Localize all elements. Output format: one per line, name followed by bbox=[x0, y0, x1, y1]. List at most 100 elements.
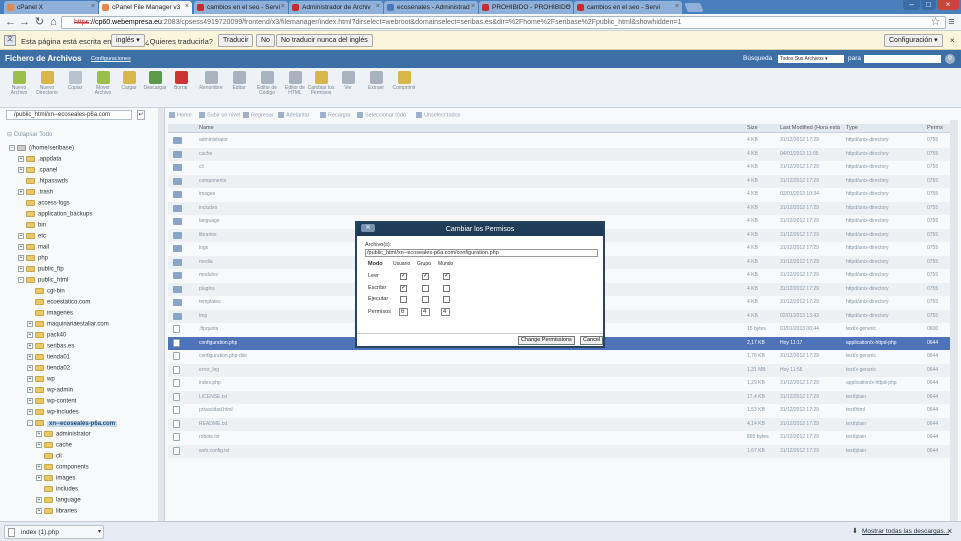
action-up-level[interactable]: Subir un nivel bbox=[199, 112, 240, 118]
tree-item[interactable]: - xn--ecoseales-p6a.com bbox=[27, 420, 118, 427]
tree-item[interactable]: + .appdata bbox=[18, 156, 61, 163]
file-list-scrollbar[interactable] bbox=[950, 120, 958, 521]
new-tab-button[interactable] bbox=[684, 3, 704, 12]
tree-toggle-icon[interactable]: + bbox=[27, 387, 33, 393]
toolbar-compress-button[interactable]: Comprimir bbox=[390, 71, 418, 91]
tree-toggle-icon[interactable]: - bbox=[27, 420, 33, 426]
browser-tab[interactable]: cPanel X × bbox=[4, 1, 98, 14]
tree-item[interactable]: imagenes bbox=[27, 310, 73, 317]
action-unselect-all[interactable]: Unselect todos bbox=[416, 112, 460, 118]
checkbox-read-user[interactable]: ✓ bbox=[400, 273, 407, 280]
checkbox-write-user[interactable]: ✓ bbox=[400, 285, 407, 292]
cancel-button[interactable]: Cancel bbox=[580, 336, 604, 345]
dialog-close-icon[interactable]: ✕ bbox=[361, 224, 375, 232]
tree-toggle-icon[interactable]: + bbox=[18, 255, 24, 261]
tree-toggle-icon[interactable]: - bbox=[9, 145, 15, 151]
tree-item[interactable]: access-logs bbox=[18, 200, 70, 207]
tree-toggle-icon[interactable]: + bbox=[18, 167, 24, 173]
show-all-downloads-link[interactable]: Mostrar todas las descargas... bbox=[862, 528, 949, 535]
tree-item[interactable]: + wp-includes bbox=[27, 409, 79, 416]
tree-toggle-icon[interactable]: + bbox=[27, 398, 33, 404]
tree-item[interactable]: - (/home/seribase) bbox=[9, 145, 74, 152]
home-icon[interactable]: ⌂ bbox=[47, 16, 60, 29]
column-size[interactable]: Size bbox=[747, 125, 758, 131]
toolbar-copy-button[interactable]: Copiar bbox=[61, 71, 89, 91]
toolbar-extract-button[interactable]: Extraer bbox=[362, 71, 390, 91]
translate-button[interactable]: Traducir bbox=[218, 34, 254, 47]
toolbar-new-folder-button[interactable]: Nuevo Directorio bbox=[33, 71, 61, 96]
perm-world-field[interactable]: 4 bbox=[441, 308, 450, 316]
toolbar-delete-button[interactable]: Borrar bbox=[167, 71, 195, 91]
file-row[interactable]: cli 4 KB 31/12/2012 17:29 httpd/unix-direct… bbox=[168, 161, 952, 174]
tree-toggle-icon[interactable]: - bbox=[18, 277, 24, 283]
tree-item[interactable]: + cache bbox=[36, 442, 72, 449]
checkbox-execute-group[interactable] bbox=[422, 296, 429, 303]
toolbar-edit-button[interactable]: Editar bbox=[225, 71, 253, 91]
action-back[interactable]: Regresar bbox=[243, 112, 274, 118]
browser-tab[interactable]: ecosenales - Administrad × bbox=[384, 1, 478, 14]
toolbar-download-button[interactable]: Descargar bbox=[141, 71, 169, 91]
go-path-icon[interactable]: ↵ bbox=[137, 110, 145, 120]
search-go-icon[interactable]: ⚲ bbox=[945, 54, 955, 64]
collapse-all-link[interactable]: ⊟ Colapsar Todo bbox=[7, 131, 52, 138]
tree-item[interactable]: application_backups bbox=[18, 211, 92, 218]
tree-toggle-icon[interactable]: + bbox=[36, 431, 42, 437]
tab-close-icon[interactable]: × bbox=[471, 3, 475, 10]
tab-close-icon[interactable]: × bbox=[566, 3, 570, 10]
tree-item[interactable]: .htpasswds bbox=[18, 178, 68, 185]
tree-toggle-icon[interactable]: + bbox=[27, 365, 33, 371]
tree-toggle-icon[interactable]: + bbox=[27, 343, 33, 349]
tree-item[interactable]: + mail bbox=[18, 244, 49, 251]
tree-item[interactable]: + etc bbox=[18, 233, 46, 240]
column-type[interactable]: Type bbox=[846, 125, 858, 131]
column-perms[interactable]: Perms bbox=[927, 125, 943, 131]
download-item[interactable]: index (1).php ▾ bbox=[4, 525, 104, 539]
tree-toggle-icon[interactable]: + bbox=[36, 508, 42, 514]
tree-toggle-icon[interactable]: + bbox=[36, 475, 42, 481]
tree-item[interactable]: cgi-bin bbox=[27, 288, 65, 295]
search-input[interactable] bbox=[864, 55, 941, 63]
tree-toggle-icon[interactable]: + bbox=[27, 321, 33, 327]
tree-toggle-icon[interactable]: + bbox=[36, 497, 42, 503]
close-translate-icon[interactable]: × bbox=[950, 36, 955, 45]
tree-item[interactable]: + wp-admin bbox=[27, 387, 73, 394]
no-translate-button[interactable]: No bbox=[256, 34, 275, 47]
checkbox-write-world[interactable] bbox=[443, 285, 450, 292]
tree-item[interactable]: + wp-content bbox=[27, 398, 76, 405]
tree-toggle-icon[interactable]: + bbox=[18, 244, 24, 250]
tree-item[interactable]: + php bbox=[18, 255, 48, 262]
tree-item[interactable]: + maquinariaestallar.com bbox=[27, 321, 109, 328]
column-name[interactable]: Name bbox=[199, 125, 214, 131]
tree-item[interactable]: + components bbox=[36, 464, 89, 471]
tree-scrollbar[interactable] bbox=[158, 108, 164, 521]
tree-toggle-icon[interactable]: + bbox=[18, 266, 24, 272]
path-input[interactable]: /public_html/xn--ecoseales-p6a.com bbox=[6, 110, 132, 120]
reload-icon[interactable]: ↻ bbox=[33, 16, 46, 29]
minimize-button[interactable]: – bbox=[903, 0, 920, 10]
language-select[interactable]: inglés ▾ bbox=[111, 34, 145, 47]
back-icon[interactable]: ← bbox=[4, 16, 17, 29]
file-row[interactable]: configuration.php-dist 1,76 KB 31/12/2012 … bbox=[168, 350, 952, 363]
file-row[interactable]: index.php 1,29 KB 31/12/2012 17:29 applicat… bbox=[168, 377, 952, 390]
tree-item[interactable]: bin bbox=[18, 222, 46, 229]
close-window-button[interactable]: × bbox=[937, 0, 959, 10]
file-row[interactable]: components 4 KB 31/12/2012 17:29 httpd/unix… bbox=[168, 174, 952, 188]
tab-close-icon[interactable]: × bbox=[675, 3, 679, 10]
toolbar-permissions-button[interactable]: Cambiar los Permisos bbox=[307, 71, 335, 96]
file-row[interactable]: robots.txt 865 bytes 31/12/2012 17:29 text/… bbox=[168, 431, 952, 444]
tree-item[interactable]: + administrator bbox=[36, 431, 91, 438]
tree-toggle-icon[interactable]: + bbox=[27, 354, 33, 360]
toolbar-view-button[interactable]: Ver bbox=[334, 71, 362, 91]
checkbox-execute-user[interactable] bbox=[400, 296, 407, 303]
close-download-bar-icon[interactable]: × bbox=[947, 526, 952, 536]
change-permissions-button[interactable]: Change Permissions bbox=[518, 336, 575, 345]
tree-item[interactable]: includes bbox=[36, 486, 78, 493]
browser-tab[interactable]: cambios en el seo - Servi × bbox=[194, 1, 288, 14]
checkbox-execute-world[interactable] bbox=[443, 296, 450, 303]
tree-item[interactable]: + .trash bbox=[18, 189, 53, 196]
tree-toggle-icon[interactable]: + bbox=[27, 409, 33, 415]
tree-toggle-icon[interactable]: + bbox=[18, 156, 24, 162]
tree-toggle-icon[interactable]: + bbox=[18, 189, 24, 195]
file-row[interactable]: web.config.txt 1,67 KB 31/12/2012 17:29 tex… bbox=[168, 444, 952, 458]
tree-item[interactable]: + language bbox=[36, 497, 81, 504]
